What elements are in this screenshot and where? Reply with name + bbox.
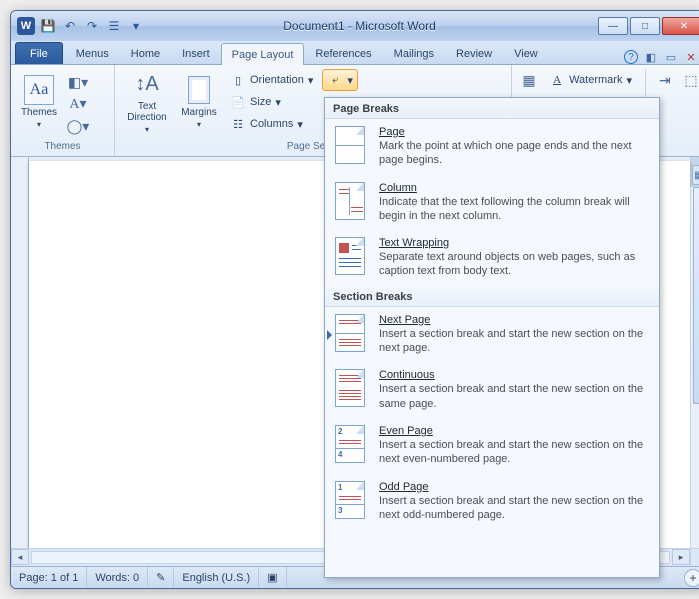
- ribbon-minimize-icon[interactable]: ▭: [664, 50, 678, 64]
- tab-page-layout[interactable]: Page Layout: [221, 43, 305, 65]
- text-direction-icon: ↕A: [132, 70, 162, 99]
- breaks-dropdown: Page Breaks PageMark the point at which …: [324, 97, 660, 578]
- quick-access-toolbar: 💾 ↶ ↷ ☰ ▾: [39, 17, 145, 35]
- qat-customize-icon[interactable]: ▾: [127, 17, 145, 35]
- dropdown-item-title: Next Page: [379, 314, 649, 326]
- qat-bullets-icon[interactable]: ☰: [105, 17, 123, 35]
- ribbon-close-icon[interactable]: ✕: [684, 50, 698, 64]
- theme-colors-button[interactable]: ◧▾: [65, 71, 91, 93]
- vertical-ruler[interactable]: [11, 157, 29, 548]
- redo-icon[interactable]: ↷: [83, 17, 101, 35]
- watermark-icon: A: [549, 74, 565, 86]
- dropdown-item-desc: Insert a section break and start the new…: [379, 327, 649, 356]
- dropdown-item-desc: Insert a section break and start the new…: [379, 382, 649, 411]
- status-macro[interactable]: ▣: [259, 567, 286, 588]
- ribbon-tabs: File MenusHomeInsertPage LayoutReference…: [11, 41, 699, 65]
- status-proofing[interactable]: ✎: [148, 567, 174, 588]
- columns-button[interactable]: ☷Columns ▾: [225, 113, 318, 135]
- themes-button[interactable]: Aa Themes▾: [17, 69, 61, 135]
- text-direction-button[interactable]: ↕A Text Direction▾: [121, 69, 173, 135]
- maximize-button[interactable]: □: [630, 17, 660, 35]
- margins-icon: [184, 75, 214, 105]
- status-language[interactable]: English (U.S.): [174, 567, 259, 588]
- zoom-in-button[interactable]: +: [684, 569, 699, 587]
- page-break-icon: [335, 182, 369, 222]
- save-icon[interactable]: 💾: [39, 17, 57, 35]
- indent-button[interactable]: ⇥: [654, 69, 676, 91]
- dropdown-item-title: Page: [379, 126, 649, 138]
- tab-menus[interactable]: Menus: [65, 42, 120, 64]
- page-break-text-wrapping[interactable]: Text WrappingSeparate text around object…: [325, 230, 659, 286]
- dropdown-item-title: Odd Page: [379, 481, 649, 493]
- dropdown-item-desc: Separate text around objects on web page…: [379, 250, 649, 279]
- close-button[interactable]: ✕: [662, 17, 699, 35]
- tab-view[interactable]: View: [503, 42, 549, 64]
- section-break-next-page[interactable]: Next PageInsert a section break and star…: [325, 307, 659, 363]
- dropdown-item-title: Column: [379, 182, 649, 194]
- dropdown-item-title: Continuous: [379, 369, 649, 381]
- columns-icon: ☷: [230, 118, 246, 131]
- theme-effects-button[interactable]: ◯▾: [65, 115, 91, 137]
- minimize-button[interactable]: —: [598, 17, 628, 35]
- app-icon[interactable]: W: [17, 17, 35, 35]
- watermark-button[interactable]: AWatermark ▾: [544, 69, 637, 91]
- size-button[interactable]: 📄Size ▾: [225, 91, 318, 113]
- dropdown-item-title: Even Page: [379, 425, 649, 437]
- dropdown-item-title: Text Wrapping: [379, 237, 649, 249]
- page-break-icon: [335, 237, 369, 277]
- group-label-themes: Themes: [17, 140, 108, 154]
- proofing-icon: ✎: [156, 571, 165, 584]
- section-break-icon: 24: [335, 425, 369, 465]
- size-icon: 📄: [230, 96, 246, 109]
- undo-icon[interactable]: ↶: [61, 17, 79, 35]
- section-break-continuous[interactable]: ContinuousInsert a section break and sta…: [325, 362, 659, 418]
- tab-mailings[interactable]: Mailings: [383, 42, 445, 64]
- ruler-toggle-icon[interactable]: ▦: [692, 165, 699, 185]
- status-page[interactable]: Page: 1 of 1: [11, 567, 87, 588]
- dropdown-item-desc: Insert a section break and start the new…: [379, 438, 649, 467]
- tab-insert[interactable]: Insert: [171, 42, 221, 64]
- file-tab[interactable]: File: [15, 42, 63, 64]
- tab-review[interactable]: Review: [445, 42, 503, 64]
- section-break-even-page[interactable]: 24 Even PageInsert a section break and st…: [325, 418, 659, 474]
- app-window: W 💾 ↶ ↷ ☰ ▾ Document1 - Microsoft Word —…: [10, 10, 699, 589]
- dropdown-header-page-breaks: Page Breaks: [325, 98, 659, 119]
- addin-icon[interactable]: ◧: [644, 50, 658, 64]
- vertical-scrollbar[interactable]: [690, 187, 699, 548]
- scroll-right-icon[interactable]: ▸: [672, 549, 690, 565]
- orientation-icon: ▯: [230, 74, 246, 87]
- dropdown-header-section-breaks: Section Breaks: [325, 286, 659, 307]
- dropdown-item-desc: Insert a section break and start the new…: [379, 494, 649, 523]
- page-break-page[interactable]: PageMark the point at which one page end…: [325, 119, 659, 175]
- orientation-button[interactable]: ▯Orientation ▾: [225, 69, 318, 91]
- help-icon[interactable]: ?: [624, 50, 638, 64]
- breaks-button[interactable]: ⤶▾: [322, 69, 358, 91]
- titlebar: W 💾 ↶ ↷ ☰ ▾ Document1 - Microsoft Word —…: [11, 11, 699, 41]
- margins-button[interactable]: Margins▾: [177, 69, 221, 135]
- dropdown-item-desc: Indicate that the text following the col…: [379, 195, 649, 224]
- scrollbar-thumb[interactable]: [693, 187, 699, 404]
- macro-icon: ▣: [267, 571, 277, 584]
- status-words[interactable]: Words: 0: [87, 567, 148, 588]
- tab-home[interactable]: Home: [120, 42, 171, 64]
- page-break-icon: [335, 126, 369, 166]
- window-title: Document1 - Microsoft Word: [283, 19, 436, 33]
- spacing-button[interactable]: ⬚: [680, 69, 699, 91]
- section-break-odd-page[interactable]: 13 Odd PageInsert a section break and sta…: [325, 474, 659, 530]
- breaks-icon: ⤶: [327, 74, 343, 87]
- section-break-icon: 13: [335, 481, 369, 521]
- dropdown-item-desc: Mark the point at which one page ends an…: [379, 139, 649, 168]
- section-break-icon: [335, 314, 369, 354]
- tab-references[interactable]: References: [304, 42, 382, 64]
- theme-fonts-button[interactable]: A▾: [65, 93, 91, 115]
- section-break-icon: [335, 369, 369, 409]
- scroll-left-icon[interactable]: ◂: [11, 549, 29, 565]
- themes-icon: Aa: [24, 75, 54, 105]
- page-break-column[interactable]: ColumnIndicate that the text following t…: [325, 175, 659, 231]
- page-color-button[interactable]: ▦: [518, 69, 540, 91]
